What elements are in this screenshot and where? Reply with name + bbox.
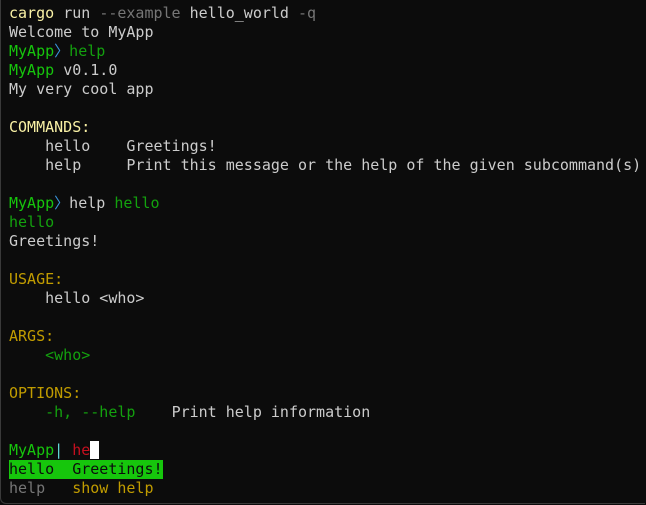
cmd-arg: hello_world [189,4,289,22]
completion-name: help [9,479,46,497]
command-row: hello Greetings! [9,137,645,156]
prompt-chevron-icon: 〉 [54,194,70,212]
usage-header: USAGE: [9,270,64,288]
completion-desc: show help [72,479,154,497]
welcome-text: Welcome to MyApp [9,23,154,41]
command-desc: Print this message or the help of the gi… [126,156,642,174]
command-desc: Greetings! [126,137,217,155]
prompt-name: MyApp [9,194,55,212]
usage-text: hello <who> [45,289,145,307]
option-row: -h, --help Print help information [9,403,645,422]
args-header: ARGS: [9,327,55,345]
options-header: OPTIONS: [9,384,82,402]
prompt-input-arg: hello [114,194,160,212]
command-row: help Print this message or the help of t… [9,156,645,175]
commands-header: COMMANDS: [9,118,91,136]
arg-row: <who> [9,346,645,365]
prompt-name: MyApp [9,42,55,60]
command-line: cargo run --example hello_world -q [9,4,645,23]
prompt-bar-icon: | [54,441,64,459]
usage-row: hello <who> [9,289,645,308]
subcommand-about: Greetings! [9,232,100,250]
terminal-window[interactable]: cargo run --example hello_world -q Welco… [0,0,645,504]
prompt-input: help [69,42,106,60]
cmd-flag: --example [99,4,181,22]
option-desc: Print help information [171,403,371,421]
prompt-chevron-icon: 〉 [54,42,70,60]
option-flag: -h, --help [45,403,136,421]
command-name: hello [45,137,91,155]
cmd-program: cargo [9,4,55,22]
command-name: help [45,156,82,174]
completion-name: hello [9,460,55,478]
completion-item-selected[interactable]: hello Greetings! [9,460,645,479]
app-version: v0.1.0 [63,61,118,79]
cmd-sub: run [63,4,91,22]
app-description: My very cool app [9,80,154,98]
text-cursor [90,441,100,459]
typed-input[interactable]: he [72,441,90,459]
app-version-line: MyApp v0.1.0 [9,61,645,80]
app-name: MyApp [9,61,55,79]
prompt-name: MyApp [9,441,55,459]
arg-name: <who> [45,346,91,364]
prompt-line-1: MyApp〉help [9,42,645,61]
cmd-quiet: -q [298,4,317,22]
completion-desc: Greetings! [72,460,163,478]
prompt-input-cmd: help [69,194,106,212]
prompt-line-2: MyApp〉help hello [9,194,645,213]
subcommand-name: hello [9,213,55,231]
completion-item[interactable]: help show help [9,479,645,498]
active-prompt-line[interactable]: MyApp| he [9,441,645,460]
